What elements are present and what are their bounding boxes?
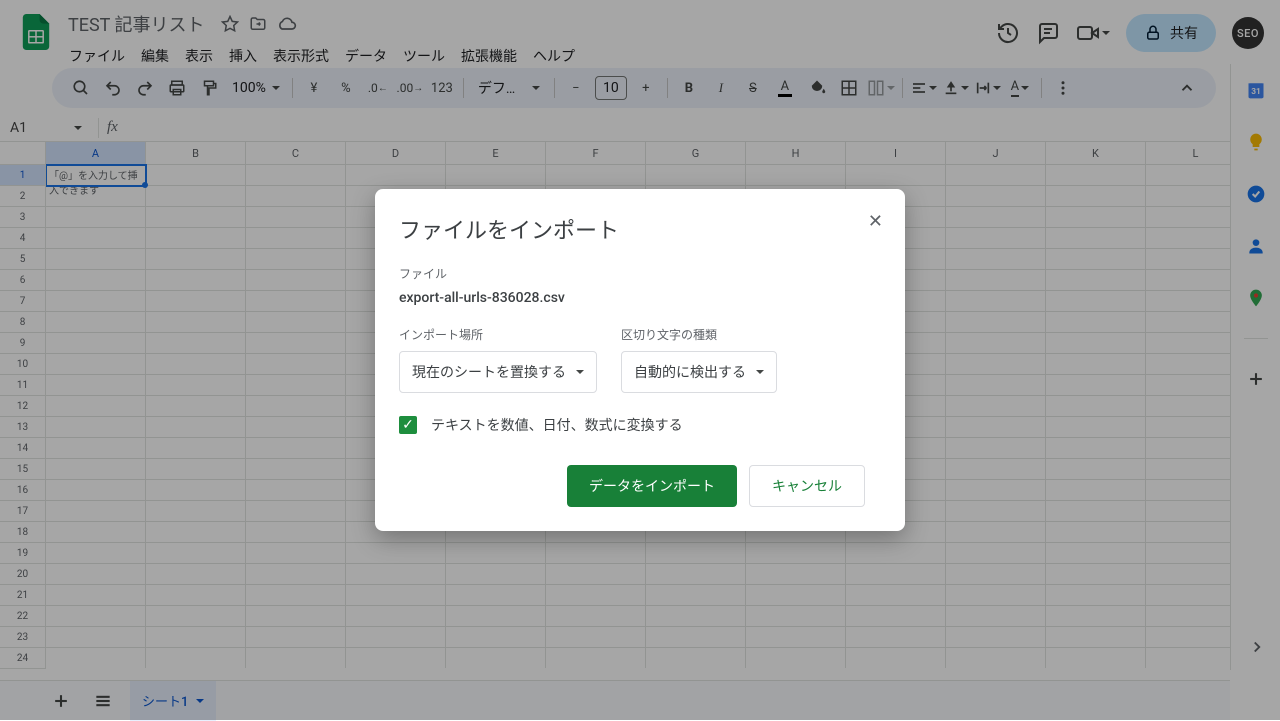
import-data-button[interactable]: データをインポート	[567, 465, 737, 507]
dialog-title: ファイルをインポート	[399, 213, 881, 245]
convert-checkbox-label: テキストを数値、日付、数式に変換する	[431, 415, 683, 435]
import-file-dialog: ファイルをインポート ✕ ファイル export-all-urls-836028…	[375, 189, 905, 531]
file-section-label: ファイル	[399, 265, 881, 282]
modal-overlay: ファイルをインポート ✕ ファイル export-all-urls-836028…	[0, 0, 1280, 720]
import-location-label: インポート場所	[399, 326, 597, 343]
convert-checkbox[interactable]: ✓	[399, 416, 417, 434]
delimiter-select[interactable]: 自動的に検出する	[621, 351, 777, 393]
cancel-button[interactable]: キャンセル	[749, 465, 865, 507]
close-icon[interactable]: ✕	[868, 211, 883, 232]
import-location-select[interactable]: 現在のシートを置換する	[399, 351, 597, 393]
delimiter-label: 区切り文字の種類	[621, 326, 777, 343]
import-filename: export-all-urls-836028.csv	[399, 290, 881, 306]
